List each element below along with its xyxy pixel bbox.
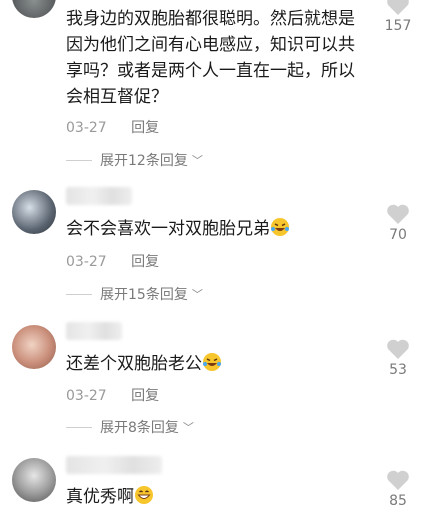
heart-icon (387, 339, 409, 359)
expand-replies-label: 展开15条回复 (100, 287, 188, 303)
comment-text: 真优秀啊 (66, 484, 366, 510)
username-blurred[interactable] (66, 187, 132, 205)
divider-line (66, 159, 92, 161)
like-button[interactable]: 70 (380, 203, 416, 243)
username-blurred[interactable] (66, 322, 122, 340)
comment-text-content: 真优秀啊 (66, 487, 134, 507)
reply-button[interactable]: 回复 (131, 254, 159, 270)
chevron-down-icon: ﹀ (191, 154, 203, 167)
comment-text: 会不会喜欢一对双胞胎兄弟 (66, 216, 366, 242)
like-count: 53 (389, 362, 407, 378)
like-count: 157 (384, 18, 412, 34)
expand-replies-button[interactable]: 展开15条回复 ﹀ (66, 284, 203, 304)
like-button[interactable]: 157 (380, 0, 416, 34)
comment-meta: 03-27 回复 (66, 385, 159, 405)
comment-date: 03-27 (66, 254, 107, 270)
comment-date: 03-27 (66, 388, 107, 404)
heart-icon (387, 470, 409, 490)
expand-replies-label: 展开12条回复 (100, 153, 188, 169)
laughing-crying-emoji-icon (203, 353, 221, 371)
heart-icon (387, 0, 409, 15)
comment-item: 还差个双胞胎老公 03-27 回复 展开8条回复 ﹀ 53 (0, 320, 434, 445)
comment-text: 还差个双胞胎老公 (66, 351, 366, 377)
avatar[interactable] (12, 190, 56, 234)
comment-meta: 03-27 回复 (66, 251, 159, 271)
expand-replies-label: 展开8条回复 (100, 420, 179, 436)
like-button[interactable]: 53 (380, 338, 416, 378)
expand-replies-button[interactable]: 展开8条回复 ﹀ (66, 417, 194, 437)
chevron-down-icon: ﹀ (182, 421, 194, 434)
like-button[interactable]: 85 (380, 469, 416, 509)
grinning-emoji-icon (135, 486, 153, 504)
divider-line (66, 293, 92, 295)
like-count: 85 (389, 493, 407, 509)
chevron-down-icon: ﹀ (191, 288, 203, 301)
heart-icon (387, 204, 409, 224)
comment-date: 03-27 (66, 120, 107, 136)
reply-button[interactable]: 回复 (131, 388, 159, 404)
username-blurred[interactable] (66, 456, 162, 474)
laughing-crying-emoji-icon (271, 218, 289, 236)
avatar[interactable] (12, 0, 56, 18)
comment-item: 真优秀啊 85 (0, 455, 434, 517)
comment-meta: 03-27 回复 (66, 117, 159, 137)
comment-text: 我身边的双胞胎都很聪明。然后就想是因为他们之间有心电感应，知识可以共享吗？或者是… (66, 9, 355, 107)
avatar[interactable] (12, 325, 56, 369)
comment-item: 我身边的双胞胎都很聪明。然后就想是因为他们之间有心电感应，知识可以共享吗？或者是… (0, 0, 434, 172)
divider-line (66, 426, 92, 428)
avatar[interactable] (12, 458, 56, 502)
comment-text-content: 会不会喜欢一对双胞胎兄弟 (66, 219, 270, 239)
comment-item: 会不会喜欢一对双胞胎兄弟 03-27 回复 展开15条回复 ﹀ 70 (0, 185, 434, 310)
like-count: 70 (389, 227, 407, 243)
comment-text-content: 还差个双胞胎老公 (66, 354, 202, 374)
reply-button[interactable]: 回复 (131, 120, 159, 136)
expand-replies-button[interactable]: 展开12条回复 ﹀ (66, 150, 203, 170)
